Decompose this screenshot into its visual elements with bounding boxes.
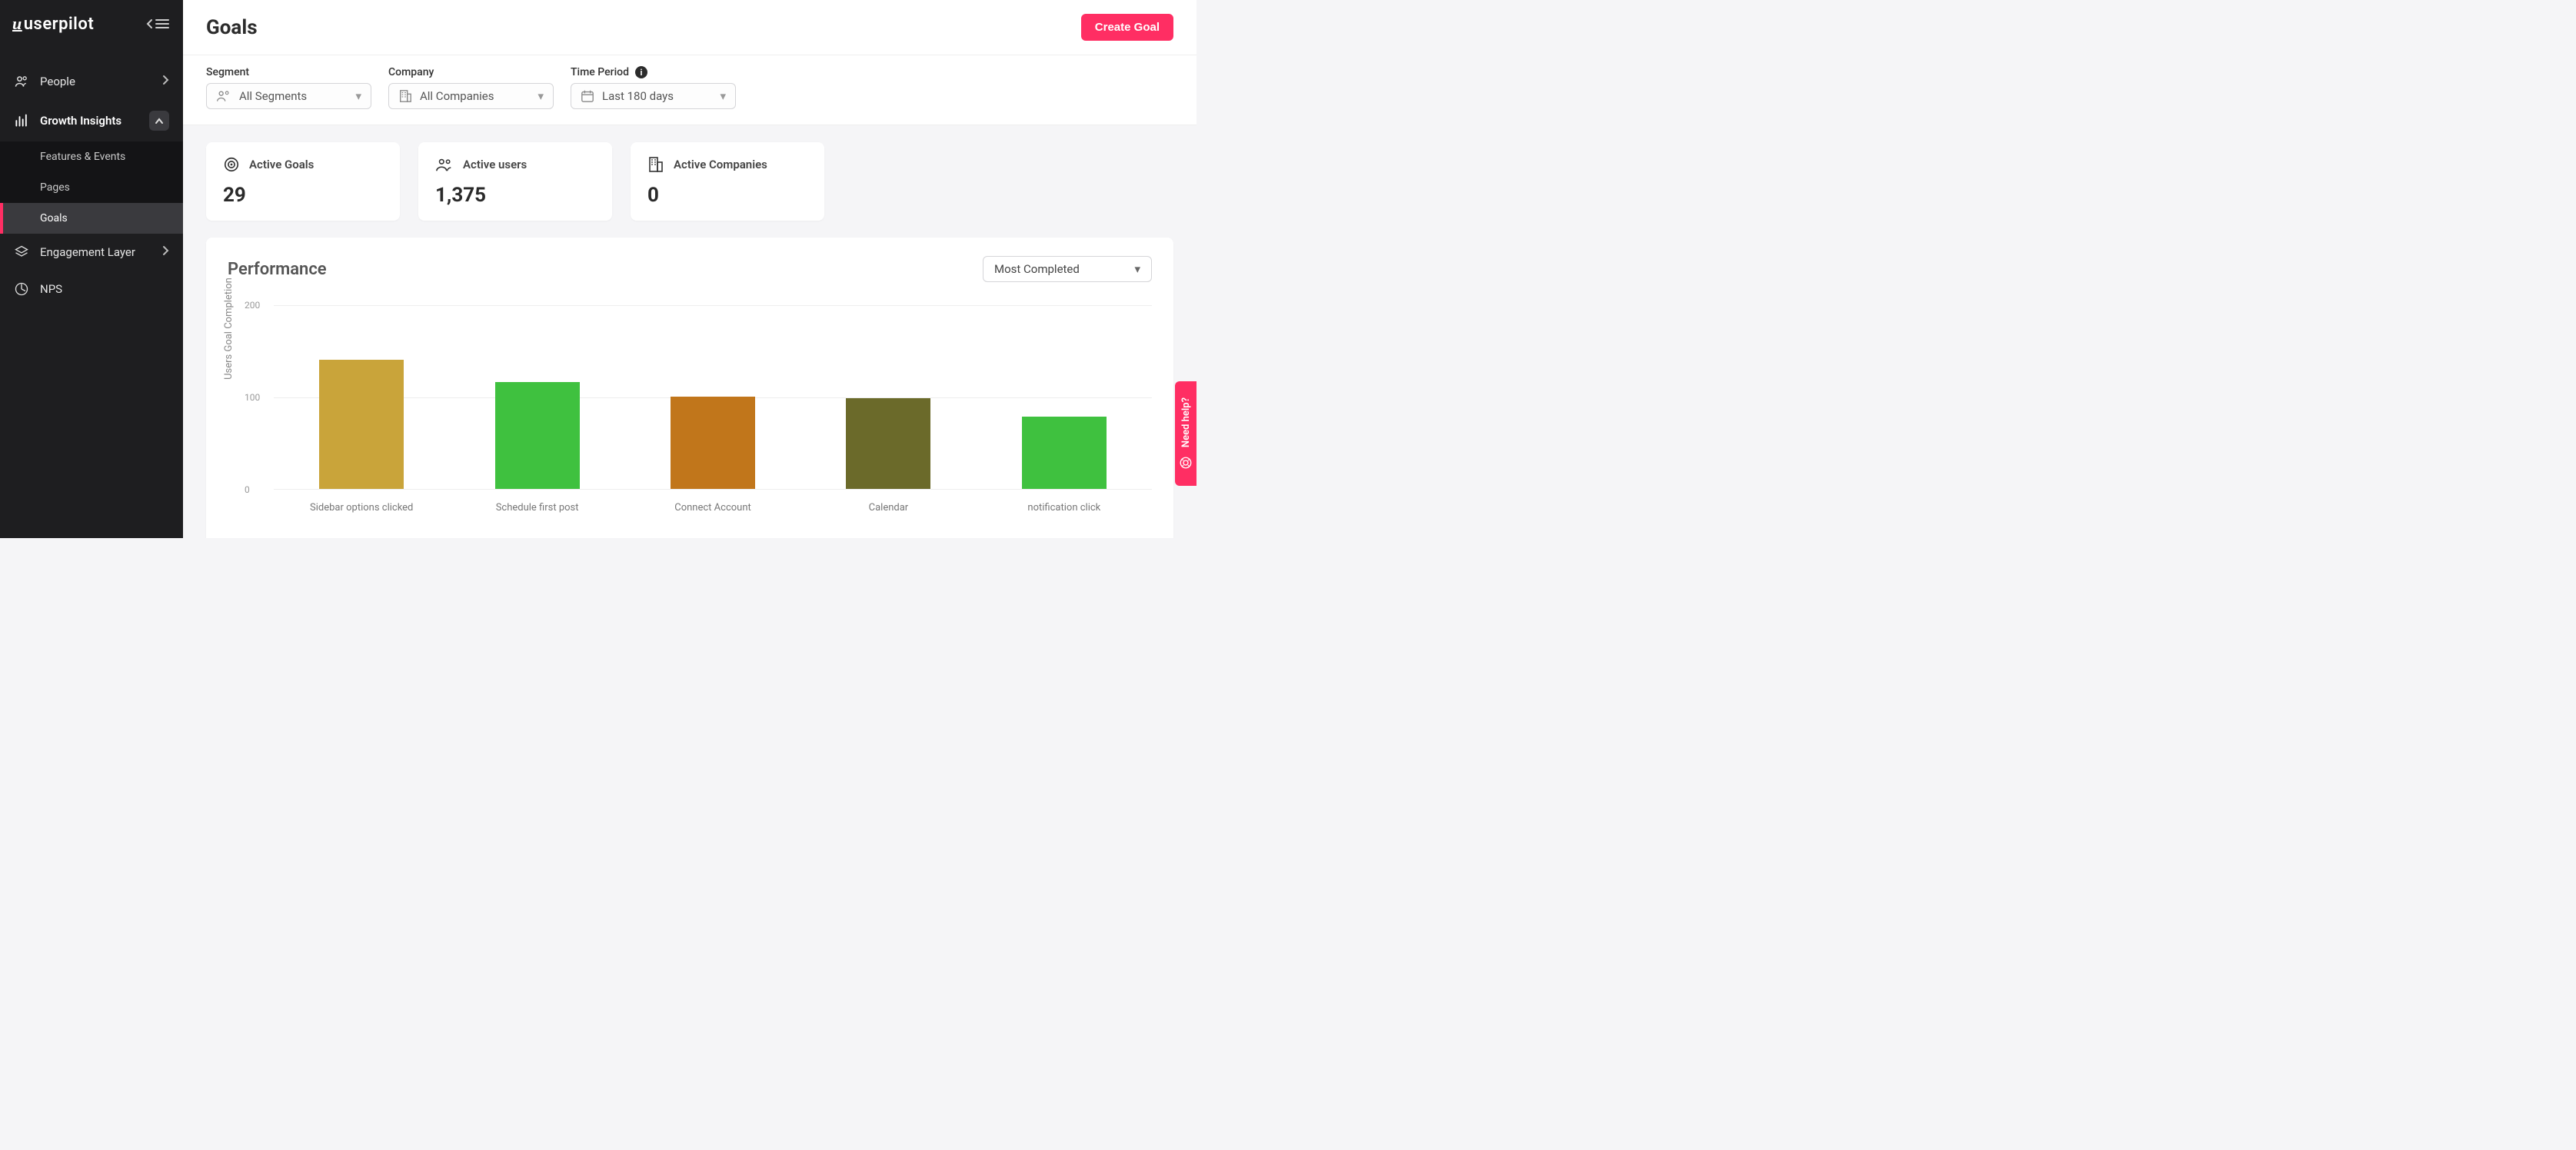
- y-tick: 200: [245, 300, 260, 311]
- kpi-row: Active Goals 29 Active users 1,375 Activ…: [206, 142, 1173, 221]
- people-icon: [216, 89, 231, 103]
- performance-chart: Users Goal Completion 200 100 0 Sidebar …: [228, 305, 1152, 536]
- chevron-left-icon: [146, 18, 154, 29]
- chart-y-axis-label: Users Goal Completion: [223, 278, 235, 380]
- users-icon: [435, 156, 454, 173]
- chart-x-label: Connect Account: [625, 502, 800, 514]
- segment-select[interactable]: All Segments ▾: [206, 83, 371, 109]
- kpi-value: 0: [647, 184, 807, 207]
- segment-value: All Segments: [239, 89, 307, 103]
- building-icon: [398, 89, 412, 103]
- help-tab[interactable]: Need help?: [1175, 381, 1196, 486]
- caret-down-icon: ▾: [1134, 262, 1140, 276]
- kpi-value: 29: [223, 184, 383, 207]
- sidebar-item-engagement-layer[interactable]: Engagement Layer: [0, 234, 183, 271]
- kpi-value: 1,375: [435, 184, 595, 207]
- info-icon[interactable]: i: [635, 66, 647, 78]
- layers-icon: [14, 244, 29, 260]
- chevron-right-icon: [162, 75, 169, 88]
- sidebar: uuserpilot People Growth Insights Featur…: [0, 0, 183, 538]
- page-header: Goals Create Goal: [183, 0, 1196, 55]
- chart-x-label: Schedule first post: [449, 502, 624, 514]
- kpi-active-users: Active users 1,375: [418, 142, 612, 221]
- sidebar-subitem-features-events[interactable]: Features & Events: [0, 141, 183, 172]
- sidebar-item-nps[interactable]: NPS: [0, 271, 183, 307]
- gauge-icon: [14, 281, 29, 297]
- page-title: Goals: [206, 16, 258, 39]
- help-label: Need help?: [1180, 397, 1192, 447]
- filter-bar: Segment All Segments ▾ Company All Compa…: [183, 55, 1196, 125]
- sidebar-subitem-pages[interactable]: Pages: [0, 172, 183, 203]
- y-tick: 100: [245, 392, 260, 403]
- logo: uuserpilot: [12, 14, 94, 34]
- create-goal-button[interactable]: Create Goal: [1081, 14, 1173, 41]
- sidebar-item-label: Engagement Layer: [40, 245, 135, 259]
- filter-label-segment: Segment: [206, 66, 371, 78]
- caret-down-icon: ▾: [355, 89, 361, 103]
- target-icon: [223, 156, 240, 173]
- sidebar-collapse-button[interactable]: [146, 18, 169, 29]
- kpi-label: Active Companies: [674, 158, 767, 171]
- chart-x-label: Sidebar options clicked: [274, 502, 449, 514]
- calendar-icon: [581, 89, 594, 103]
- chart-bar: [846, 398, 930, 489]
- filter-label-company: Company: [388, 66, 554, 78]
- sidebar-item-label: NPS: [40, 282, 62, 296]
- chart-bar: [1022, 417, 1107, 489]
- chart-x-label: notification click: [977, 502, 1152, 514]
- company-value: All Companies: [420, 89, 494, 103]
- building-icon: [647, 156, 664, 173]
- chart-bar: [495, 382, 580, 489]
- caret-down-icon: ▾: [720, 89, 726, 103]
- kpi-active-companies: Active Companies 0: [631, 142, 824, 221]
- main: Goals Create Goal Segment All Segments ▾…: [183, 0, 1196, 538]
- chart-bar: [319, 360, 404, 489]
- caret-down-icon: ▾: [537, 89, 544, 103]
- performance-sort-select[interactable]: Most Completed ▾: [983, 256, 1152, 282]
- bar-chart-icon: [14, 113, 29, 128]
- sidebar-subitem-goals[interactable]: Goals: [0, 203, 183, 234]
- sidebar-item-label: Growth Insights: [40, 114, 121, 128]
- kpi-label: Active users: [463, 158, 527, 171]
- chart-x-label: Calendar: [800, 502, 976, 514]
- performance-title: Performance: [228, 260, 327, 279]
- sidebar-item-label: People: [40, 75, 75, 88]
- performance-panel: Performance Most Completed ▾ Users Goal …: [206, 238, 1173, 538]
- kpi-active-goals: Active Goals 29: [206, 142, 400, 221]
- y-tick: 0: [245, 484, 250, 495]
- period-select[interactable]: Last 180 days ▾: [571, 83, 736, 109]
- chevron-right-icon: [162, 245, 169, 259]
- filter-label-period: Time Period i: [571, 66, 736, 78]
- lifebuoy-icon: [1179, 456, 1193, 470]
- people-icon: [14, 74, 29, 89]
- sidebar-item-people[interactable]: People: [0, 63, 183, 100]
- chart-bar: [671, 397, 755, 489]
- period-value: Last 180 days: [602, 89, 674, 103]
- company-select[interactable]: All Companies ▾: [388, 83, 554, 109]
- sort-value: Most Completed: [994, 262, 1080, 276]
- menu-icon: [155, 18, 169, 29]
- chevron-up-icon: [149, 111, 169, 131]
- kpi-label: Active Goals: [249, 158, 314, 171]
- sidebar-item-growth-insights[interactable]: Growth Insights: [0, 100, 183, 141]
